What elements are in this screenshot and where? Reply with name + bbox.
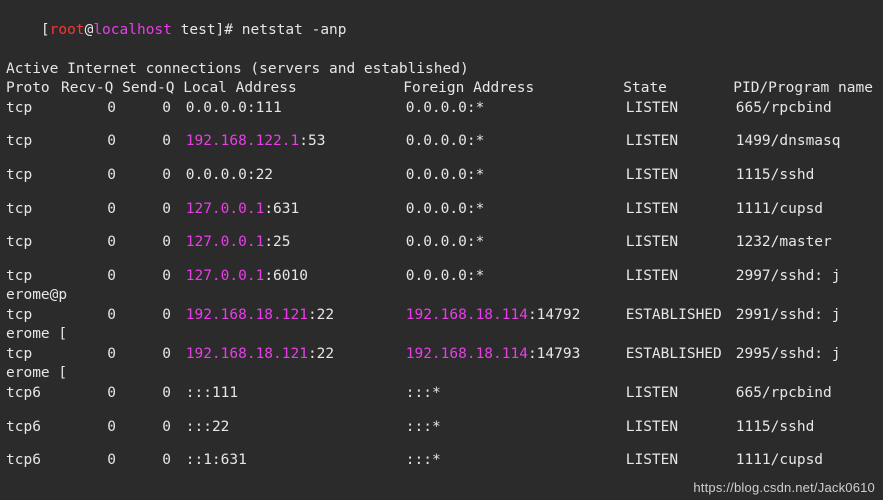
ip-address: 192.168.18.121 xyxy=(186,346,308,362)
table-row: tcp00 192.168.122.1:530.0.0.0:*LISTEN149… xyxy=(6,132,877,152)
netstat-table: tcp00 0.0.0.0:1110.0.0.0:*LISTEN665/rpcb… xyxy=(6,99,877,471)
ip-address: 127.0.0.1 xyxy=(186,201,265,217)
title-line: Active Internet connections (servers and… xyxy=(6,60,877,80)
prompt-host: localhost xyxy=(93,22,172,38)
table-row: tcp00 0.0.0.0:1110.0.0.0:*LISTEN665/rpcb… xyxy=(6,99,877,119)
column-header: ProtoRecv-Q Send-Q Local AddressForeign … xyxy=(6,79,877,99)
prompt-cwd: test xyxy=(181,22,216,38)
ip-address: 192.168.18.121 xyxy=(186,307,308,323)
ip-address: 192.168.122.1 xyxy=(186,133,300,149)
ip-address: 127.0.0.1 xyxy=(186,268,265,284)
prompt-user: root xyxy=(50,22,85,38)
table-row: tcp00 127.0.0.1:6310.0.0.0:*LISTEN1111/c… xyxy=(6,200,877,220)
prompt-line: [root@localhost test]# netstat -anp xyxy=(6,1,877,60)
table-row: tcp600 ::1:631:::*LISTEN1111/cupsd xyxy=(6,451,877,471)
watermark: https://blog.csdn.net/Jack0610 xyxy=(693,479,875,497)
table-row: tcp00 127.0.0.1:60100.0.0.0:*LISTEN2997/… xyxy=(6,267,877,287)
prompt-flags: -anp xyxy=(312,22,347,38)
table-row: tcp600 :::22:::*LISTEN1115/sshd xyxy=(6,418,877,438)
ip-address: 127.0.0.1 xyxy=(186,234,265,250)
table-row: tcp00 0.0.0.0:220.0.0.0:*LISTEN1115/sshd xyxy=(6,166,877,186)
table-row-wrap: erome@p xyxy=(6,286,877,306)
table-row: tcp600 :::111:::*LISTEN665/rpcbind xyxy=(6,384,877,404)
table-row: tcp00 192.168.18.121:22192.168.18.114:14… xyxy=(6,306,877,326)
prompt-command: netstat xyxy=(242,22,303,38)
table-row-wrap: erome [ xyxy=(6,325,877,345)
table-row: tcp00 192.168.18.121:22192.168.18.114:14… xyxy=(6,345,877,365)
table-row-wrap: erome [ xyxy=(6,364,877,384)
table-row: tcp00 127.0.0.1:250.0.0.0:*LISTEN1232/ma… xyxy=(6,233,877,253)
ip-address: 192.168.18.114 xyxy=(406,346,528,362)
terminal[interactable]: [root@localhost test]# netstat -anp Acti… xyxy=(0,0,883,472)
ip-address: 192.168.18.114 xyxy=(406,307,528,323)
